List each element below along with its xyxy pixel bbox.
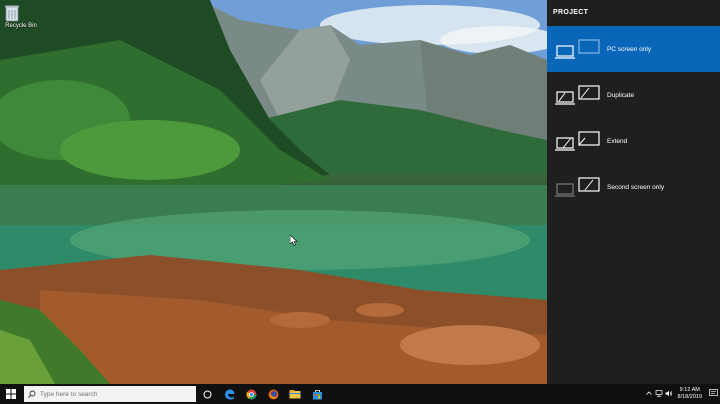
option-extend[interactable]: Extend [547, 118, 720, 164]
store-button[interactable] [306, 384, 328, 404]
option-second-screen-only[interactable]: Second screen only [547, 164, 720, 210]
clock-time: 9:12 AM [679, 387, 700, 393]
extend-icon [555, 129, 601, 153]
file-explorer-icon [289, 390, 301, 399]
taskbar-clock[interactable]: 9:12 AM 8/18/2019 [678, 387, 702, 401]
network-icon[interactable] [654, 389, 664, 399]
cortana-button[interactable] [196, 384, 218, 404]
recycle-bin-icon [5, 4, 29, 22]
recycle-bin-label: Recycle Bin [5, 23, 37, 29]
option-pc-screen-only[interactable]: PC screen only [547, 26, 720, 72]
project-panel: PROJECT PC screen only Duplicate Extend … [547, 0, 720, 384]
system-tray: 9:12 AM 8/18/2019 [644, 384, 720, 404]
pc-screen-only-icon [555, 37, 601, 61]
option-label: Duplicate [607, 91, 635, 99]
option-duplicate[interactable]: Duplicate [547, 72, 720, 118]
firefox-button[interactable] [262, 384, 284, 404]
clock-date: 8/18/2019 [677, 394, 702, 400]
chrome-button[interactable] [240, 384, 262, 404]
file-explorer-button[interactable] [284, 384, 306, 404]
search-input[interactable] [40, 390, 180, 398]
project-panel-title: PROJECT [553, 9, 589, 16]
cortana-icon [203, 390, 211, 398]
desktop-wallpaper: Recycle Bin [0, 0, 547, 384]
option-label: Extend [607, 137, 628, 145]
desktop-screen: Recycle Bin PROJECT PC screen only Dupli… [0, 0, 720, 404]
search-icon [24, 390, 40, 398]
store-icon [312, 389, 322, 399]
taskbar: 9:12 AM 8/18/2019 [0, 384, 720, 404]
notification-icon[interactable] [706, 389, 720, 399]
edge-icon [224, 389, 234, 399]
taskbar-search-box[interactable] [24, 386, 196, 402]
windows-start-icon [6, 389, 16, 399]
start-button[interactable] [0, 384, 22, 404]
volume-icon[interactable] [664, 390, 674, 399]
duplicate-icon [555, 83, 601, 107]
chevron-up-icon[interactable] [644, 391, 654, 397]
wallpaper-landscape [0, 0, 547, 384]
chrome-icon [246, 389, 256, 399]
firefox-icon [268, 389, 278, 399]
second-screen-only-icon [555, 175, 601, 199]
option-label: PC screen only [607, 45, 652, 53]
recycle-bin-shortcut[interactable]: Recycle Bin [4, 4, 38, 29]
option-label: Second screen only [607, 183, 665, 191]
edge-button[interactable] [218, 384, 240, 404]
